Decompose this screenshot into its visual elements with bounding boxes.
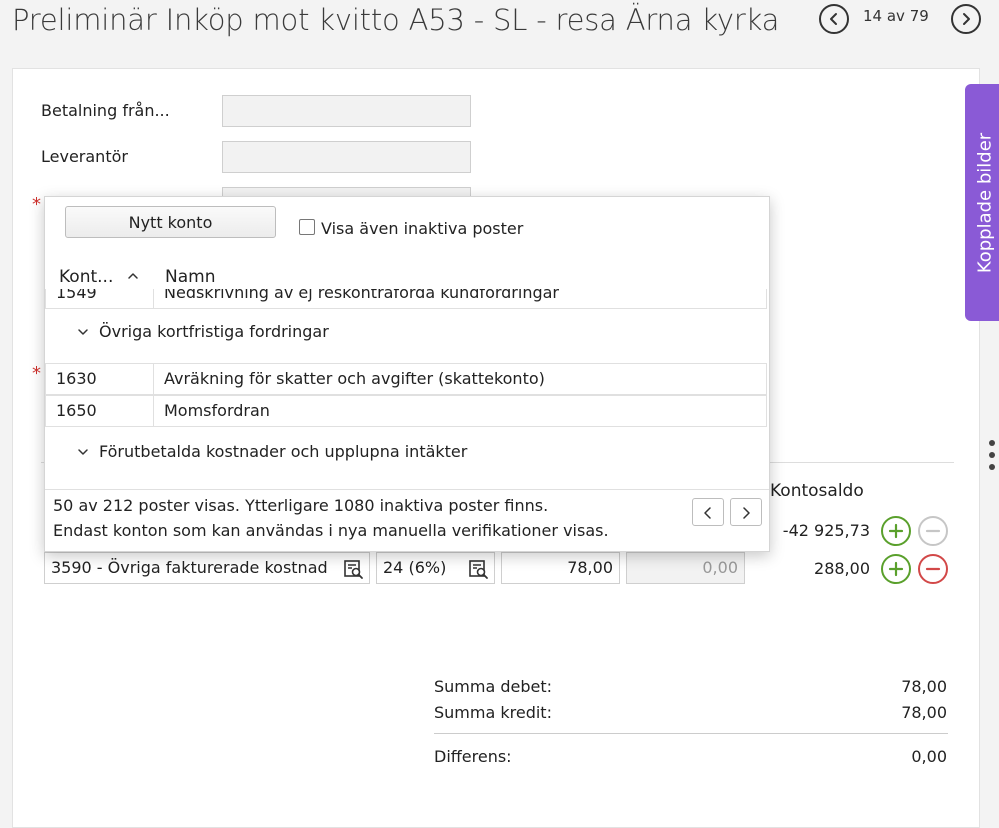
- account-group-row[interactable]: Förutbetalda kostnader och upplupna intä…: [45, 429, 769, 479]
- debit-value: 78,00: [567, 558, 613, 577]
- linked-images-label: Kopplade bilder: [974, 132, 996, 273]
- required-marker: *: [32, 194, 41, 215]
- account-code: 1630: [56, 369, 97, 388]
- linked-images-tab[interactable]: Kopplade bilder: [965, 84, 999, 321]
- chevron-right-icon: [743, 507, 750, 519]
- credit-input[interactable]: 0,00: [626, 552, 745, 584]
- account-value: 3590 - Övriga fakturerade kostnad: [51, 558, 328, 577]
- account-code: 1650: [56, 401, 97, 420]
- difference-label: Differens:: [434, 747, 512, 766]
- plus-icon: [888, 561, 904, 577]
- next-record-button[interactable]: [951, 4, 981, 34]
- minus-icon: [925, 529, 941, 533]
- credit-sum-label: Summa kredit:: [434, 703, 552, 722]
- page-title: Preliminär Inköp mot kvitto A53 - SL - r…: [12, 3, 780, 37]
- minus-icon: [925, 567, 941, 571]
- vat-field[interactable]: 24 (6%): [376, 552, 495, 584]
- list-item[interactable]: 1630 Avräkning för skatter och avgifter …: [45, 363, 767, 395]
- chevron-down-icon: [78, 449, 88, 455]
- account-code: 1549: [56, 289, 97, 302]
- payment-from-input[interactable]: [222, 95, 471, 127]
- results-count-text: 50 av 212 poster visas. Ytterligare 1080…: [53, 496, 549, 515]
- chevron-left-icon: [704, 507, 711, 519]
- pager-text: 14 av 79: [863, 7, 929, 25]
- lookup-icon[interactable]: [468, 558, 490, 580]
- show-inactive-checkbox[interactable]: [299, 219, 315, 235]
- add-row-button[interactable]: [881, 554, 911, 584]
- more-options-icon[interactable]: [989, 440, 997, 476]
- chevron-right-icon: [963, 13, 970, 25]
- account-name: Avräkning för skatter och avgifter (skat…: [164, 369, 545, 388]
- column-header-name[interactable]: Namn: [165, 267, 215, 287]
- credit-value: 0,00: [702, 558, 738, 577]
- payment-from-label: Betalning från...: [41, 101, 170, 120]
- debit-input[interactable]: 78,00: [501, 552, 620, 584]
- list-item[interactable]: 1650 Momsfordran: [45, 395, 767, 427]
- popup-footer: 50 av 212 poster visas. Ytterligare 1080…: [45, 489, 769, 551]
- remove-row-button[interactable]: [918, 516, 948, 546]
- next-page-button[interactable]: [730, 498, 762, 526]
- required-marker: *: [32, 363, 41, 384]
- plus-icon: [888, 523, 904, 539]
- previous-page-button[interactable]: [692, 498, 724, 526]
- summary-divider: [434, 733, 948, 734]
- chevron-left-icon: [830, 13, 837, 25]
- account-group-row[interactable]: Övriga kortfristiga fordringar: [45, 309, 769, 359]
- account-name: Momsfordran: [164, 401, 270, 420]
- account-group-label: Förutbetalda kostnader och upplupna intä…: [99, 442, 468, 461]
- chevron-down-icon: [78, 329, 88, 335]
- column-header-account[interactable]: Kont...: [59, 267, 113, 287]
- record-pager: 14 av 79: [819, 4, 981, 36]
- account-group-label: Övriga kortfristiga fordringar: [99, 322, 329, 341]
- vat-value: 24 (6%): [383, 558, 447, 577]
- sort-ascending-icon[interactable]: [127, 271, 139, 281]
- show-inactive-label[interactable]: Visa även inaktiva poster: [321, 219, 523, 238]
- difference-value: 0,00: [911, 747, 947, 766]
- credit-sum-value: 78,00: [901, 703, 947, 722]
- previous-record-button[interactable]: [819, 4, 849, 34]
- debit-sum-value: 78,00: [901, 677, 947, 696]
- account-field[interactable]: 3590 - Övriga fakturerade kostnad: [44, 552, 370, 584]
- account-picker-popup: Nytt konto Visa även inaktiva poster Kon…: [44, 196, 770, 552]
- supplier-input[interactable]: [222, 141, 471, 173]
- remove-row-button[interactable]: [918, 554, 948, 584]
- supplier-label: Leverantör: [41, 147, 128, 166]
- row-balance: 288,00: [814, 559, 870, 578]
- lookup-icon[interactable]: [343, 558, 365, 580]
- debit-sum-label: Summa debet:: [434, 677, 553, 696]
- account-list[interactable]: 1549 Nedskrivning av ej reskontraförda k…: [45, 289, 769, 487]
- list-item[interactable]: 1549 Nedskrivning av ej reskontraförda k…: [45, 289, 767, 309]
- account-balance-header: Kontosaldo: [770, 481, 864, 501]
- add-row-button[interactable]: [881, 516, 911, 546]
- results-note-text: Endast konton som kan användas i nya man…: [53, 521, 609, 540]
- new-account-button[interactable]: Nytt konto: [65, 206, 276, 238]
- account-name: Nedskrivning av ej reskontraförda kundfo…: [164, 289, 560, 302]
